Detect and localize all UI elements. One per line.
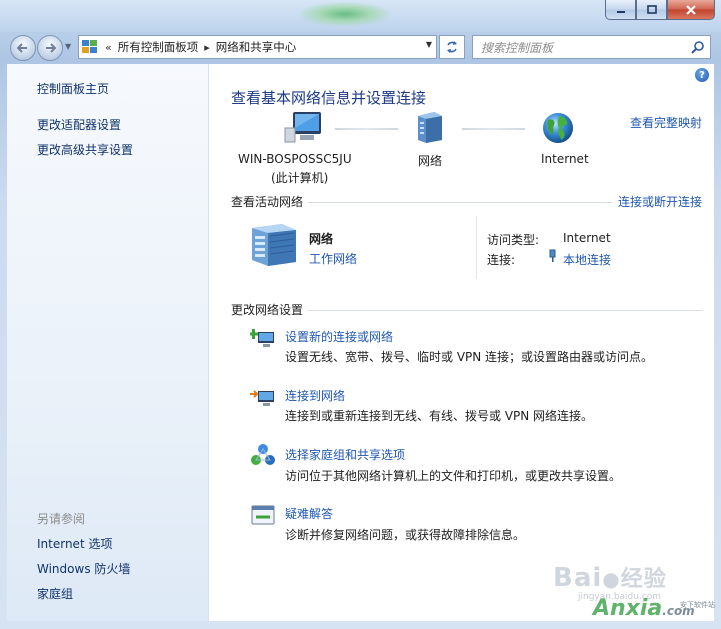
connect-network-desc: 连接到或重新连接到无线、有线、拨号或 VPN 网络连接。 (285, 409, 594, 423)
baidu-paw-icon: ● (602, 567, 621, 591)
internet-label: Internet (541, 152, 589, 166)
ethernet-icon (549, 249, 556, 262)
sidebar-item-change-advanced-sharing[interactable]: 更改高级共享设置 (37, 141, 133, 158)
setup-connection-desc: 设置无线、宽带、拨号、临时或 VPN 连接；或设置路由器或访问点。 (285, 350, 654, 364)
computer-name-label: WIN-BOSPOSSC5JU (238, 152, 352, 166)
connect-network-link[interactable]: 连接到网络 (285, 387, 345, 404)
homegroup-sharing-desc: 访问位于其他网络计算机上的文件和打印机，或更改共享设置。 (285, 469, 622, 483)
page-title: 查看基本网络信息并设置连接 (231, 89, 427, 107)
sidebar-item-internet-options[interactable]: Internet 选项 (37, 535, 112, 552)
close-button[interactable] (667, 0, 715, 20)
refresh-icon (447, 41, 457, 53)
connect-network-icon (250, 390, 274, 406)
troubleshoot-icon (251, 505, 275, 525)
maximize-icon (646, 5, 657, 14)
connect-disconnect-link[interactable]: 连接或断开连接 (618, 193, 702, 210)
navigation-bar: ▼ « 所有控制面板项 ▸ 网络和共享中心 ▼ 搜索控制面板 (0, 32, 721, 61)
sidebar-item-windows-firewall[interactable]: Windows 防火墙 (37, 560, 130, 577)
setup-connection-icon (250, 329, 274, 347)
sidebar-item-homegroup[interactable]: 家庭组 (37, 585, 73, 602)
breadcrumb-overflow-chevron[interactable]: « (105, 41, 112, 54)
sidebar: 控制面板主页 更改适配器设置 更改高级共享设置 另请参阅 Internet 选项… (7, 64, 209, 621)
computer-sub-label: (此计算机) (271, 171, 329, 185)
active-networks-heading: 查看活动网络 (231, 195, 304, 209)
change-settings-rule (308, 310, 703, 311)
breadcrumb-network-sharing-center[interactable]: 网络和共享中心 (216, 39, 297, 55)
network-type-link[interactable]: 工作网络 (309, 250, 357, 267)
back-button[interactable] (10, 35, 36, 61)
address-bar[interactable]: « 所有控制面板项 ▸ 网络和共享中心 ▼ (78, 35, 437, 59)
troubleshoot-desc: 诊断并修复网络问题，或获得故障排除信息。 (285, 528, 526, 542)
homegroup-sharing-link[interactable]: 选择家庭组和共享选项 (285, 446, 405, 463)
breadcrumb-all-control-panel-items[interactable]: 所有控制面板项 (118, 39, 199, 55)
troubleshoot-link[interactable]: 疑难解答 (285, 505, 333, 522)
address-dropdown-icon[interactable]: ▼ (426, 40, 432, 49)
internet-globe-icon (543, 113, 573, 143)
computer-icon (284, 112, 321, 143)
maximize-button[interactable] (636, 0, 667, 20)
forward-button[interactable] (37, 35, 63, 61)
search-input[interactable]: 搜索控制面板 (481, 39, 553, 56)
search-box[interactable]: 搜索控制面板 (472, 35, 711, 59)
baidu-watermark: Bai●经验 (553, 561, 667, 593)
refresh-button[interactable] (439, 35, 465, 59)
breadcrumb-separator-arrow[interactable]: ▸ (204, 41, 210, 54)
caption-buttons (605, 0, 715, 20)
see-also-heading: 另请参阅 (37, 512, 86, 526)
active-network-icon (252, 224, 296, 266)
baidu-watermark-jingyan: 经验 (620, 567, 667, 592)
map-connector-1 (335, 128, 398, 130)
active-network-name: 网络 (309, 232, 334, 246)
forward-arrow-icon (46, 43, 56, 53)
active-networks-rule (308, 202, 612, 203)
connections-label: 连接: (487, 253, 516, 267)
network-icon (418, 112, 442, 143)
help-button[interactable]: ? (695, 68, 709, 82)
active-network-divider (476, 216, 477, 279)
recent-pages-dropdown[interactable]: ▼ (65, 42, 71, 51)
map-connector-2 (462, 128, 525, 130)
close-icon (686, 4, 696, 15)
search-icon[interactable] (691, 40, 705, 54)
access-type-label: 访问类型: (487, 233, 540, 247)
anxia-tag-watermark: 安下软件站 (680, 601, 715, 609)
back-arrow-icon (17, 43, 27, 53)
sidebar-item-change-adapter-settings[interactable]: 更改适配器设置 (37, 116, 121, 133)
baidu-watermark-text: Bai (553, 563, 603, 593)
minimize-button[interactable] (605, 0, 636, 20)
anxia-watermark-text: Anxia (593, 596, 663, 621)
access-type-value: Internet (563, 231, 611, 245)
network-label: 网络 (418, 154, 443, 168)
minimize-icon (616, 10, 625, 13)
help-icon: ? (699, 69, 705, 81)
change-settings-heading: 更改网络设置 (231, 303, 304, 317)
homegroup-icon (251, 444, 275, 465)
view-full-map-link[interactable]: 查看完整映射 (630, 114, 702, 131)
background-app-blur (300, 2, 390, 26)
control-panel-icon (82, 40, 97, 53)
sidebar-item-control-panel-home[interactable]: 控制面板主页 (37, 80, 109, 97)
local-connection-link[interactable]: 本地连接 (563, 251, 611, 268)
setup-connection-link[interactable]: 设置新的连接或网络 (285, 328, 393, 345)
